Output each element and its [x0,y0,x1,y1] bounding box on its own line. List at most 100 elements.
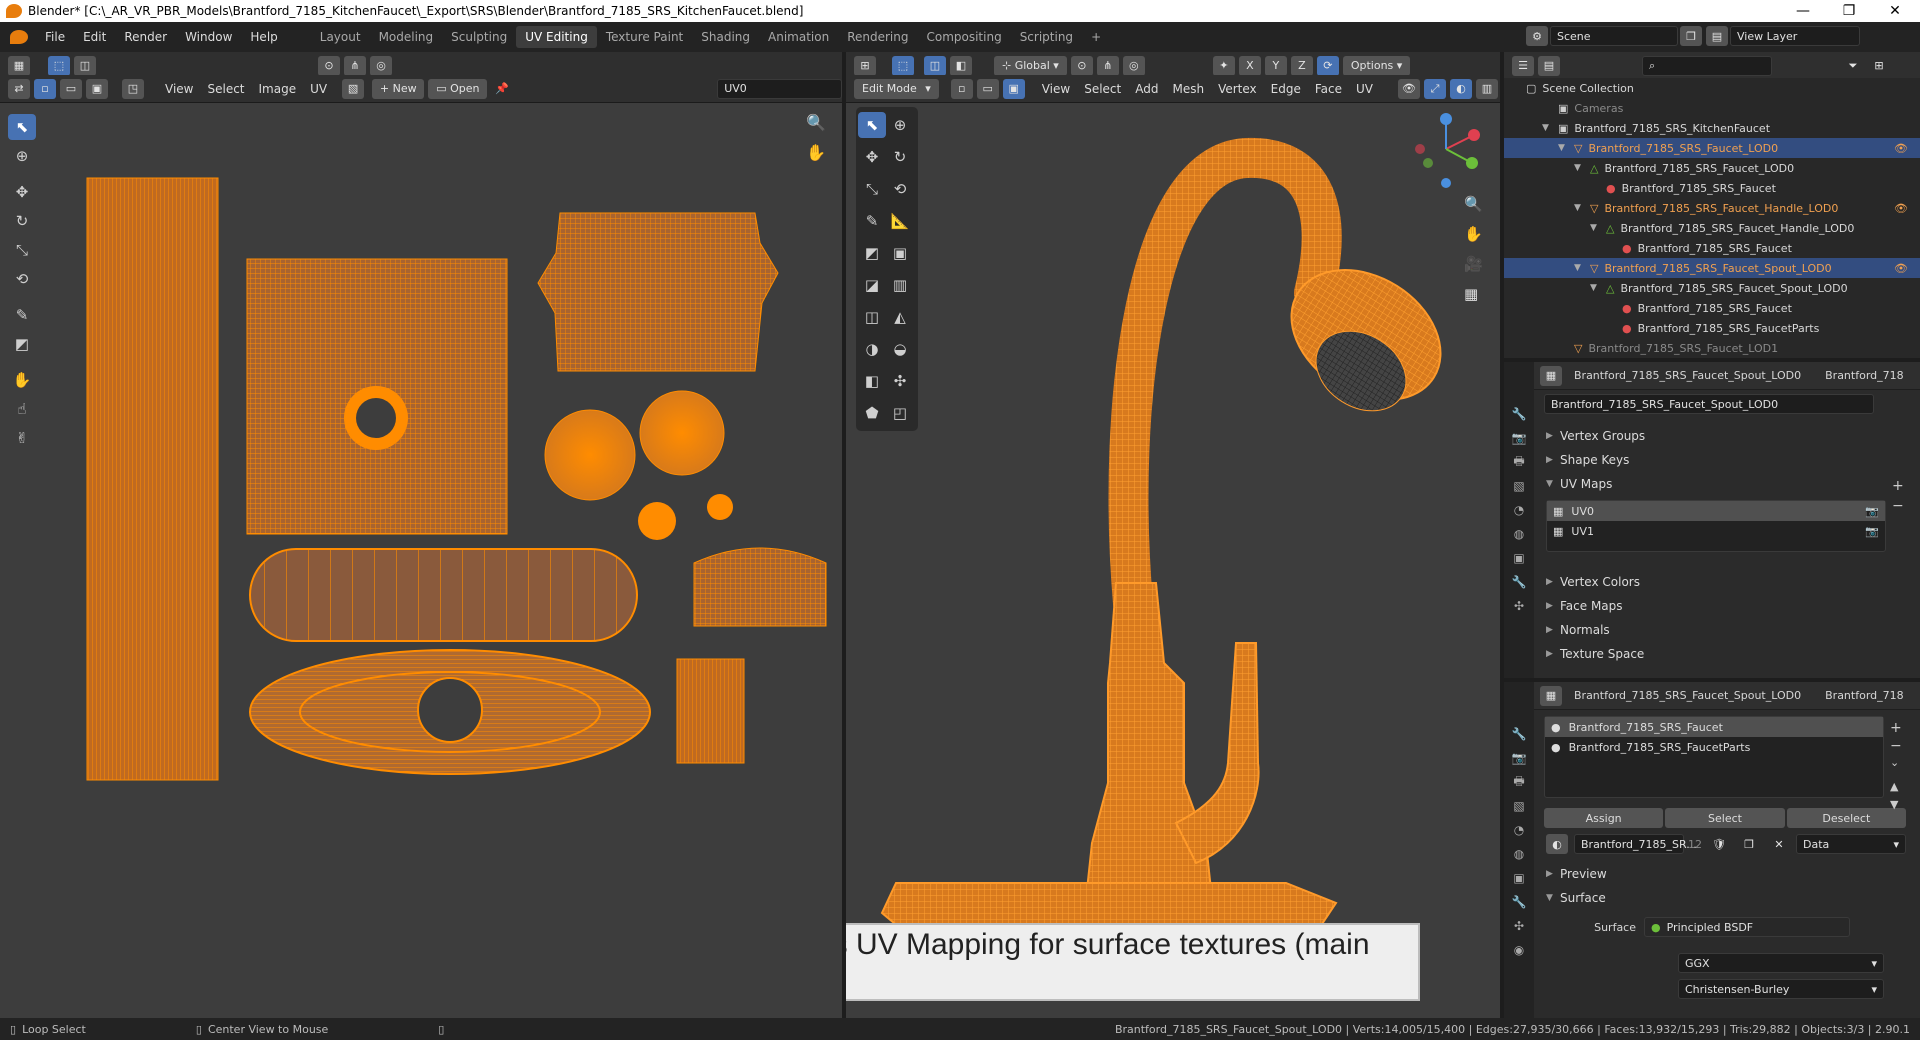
section-surface[interactable]: ▼ Surface [1534,886,1920,910]
uv-menu-select[interactable]: Select [200,82,251,96]
orientation-dropdown[interactable]: ⊹ Global ▾ [994,55,1067,76]
render-tab-icon[interactable]: 📷 [1504,426,1534,450]
uv-menu-view[interactable]: View [158,82,200,96]
distribution-dropdown[interactable]: GGX ▾ [1678,953,1884,973]
section-uv-maps[interactable]: ▼ UV Maps [1534,472,1920,496]
viewport-editor-type-icon[interactable]: ⊞ [854,55,876,76]
tab-scripting[interactable]: Scripting [1011,26,1082,48]
material-slot-2[interactable]: ● Brantford_7185_SRS_FaucetParts [1545,737,1883,757]
options-dropdown[interactable]: Options ▾ [1342,55,1411,76]
face-select-icon[interactable]: ▣ [1002,78,1025,99]
scene-icon[interactable]: ⚙ [1526,26,1548,46]
outliner-row[interactable]: ● Brantford_7185_SRS_FaucetParts [1504,318,1920,338]
eye-icon[interactable]: 👁 [1894,142,1908,155]
mesh-data-name-field[interactable]: Brantford_7185_SRS_Faucet_Spout_LOD0 [1544,394,1874,414]
uv-sync-icon[interactable]: ⇄ [8,78,30,99]
add-workspace-button[interactable]: + [1082,26,1110,48]
mat-world-tab-icon[interactable]: ◍ [1504,842,1534,866]
expand-toggle-icon[interactable]: ▼ [1574,163,1588,173]
mat-render-tab-icon[interactable]: 📷 [1504,746,1534,770]
view-layer-icon[interactable]: ▤ [1706,26,1728,46]
fake-user-icon[interactable]: 🛡 [1708,834,1730,854]
material-link-dropdown[interactable]: Data ▾ [1796,834,1906,854]
viewport-select-extend-icon[interactable]: ◧ [950,55,972,76]
menu-render[interactable]: Render [115,30,176,44]
viewport-menu-view[interactable]: View [1035,82,1077,96]
view-layer-tab-icon[interactable]: ▧ [1504,474,1534,498]
unlink-material-icon[interactable]: ✕ [1768,834,1790,854]
viewport-menu-vertex[interactable]: Vertex [1211,82,1264,96]
outliner-row[interactable]: ● Brantford_7185_SRS_Faucet [1504,298,1920,318]
vertex-select-icon[interactable]: ▫ [950,78,973,99]
mode-dropdown[interactable]: Edit Mode ▾ [854,78,939,99]
modifier-tab-icon[interactable]: 🔧 [1504,570,1534,594]
viewport-select-box-icon[interactable]: ⬚ [892,55,914,76]
uv-menu-uv[interactable]: UV [303,82,334,96]
outliner-row[interactable]: ▼ ▣ Brantford_7185_SRS_KitchenFaucet [1504,118,1920,138]
scene-field[interactable]: Scene [1550,26,1678,46]
outliner-row[interactable]: ▼ △ Brantford_7185_SRS_Faucet_Spout_LOD0 [1504,278,1920,298]
mat-scene-tab-icon[interactable]: ◔ [1504,818,1534,842]
pin-icon[interactable]: 📌 [491,79,513,99]
particles-tab-icon[interactable]: ✣ [1504,594,1534,618]
deselect-button[interactable]: Deselect [1786,808,1906,828]
active-render-icon[interactable]: 📷 [1865,505,1879,518]
slot-specials-icon[interactable]: ⌄ [1890,756,1899,769]
outliner-editor-type-icon[interactable]: ☰ [1512,55,1534,76]
sticky-select-icon[interactable]: ◳ [122,78,144,99]
section-normals[interactable]: ▶ Normals [1534,618,1920,642]
uv-vertex-mode-icon[interactable]: ▫ [34,78,56,99]
blender-menu-icon[interactable] [10,30,28,44]
uv-editor-canvas[interactable]: ⬉ ⊕ ✥ ↻ ⤡ ⟲ ✎ ◩ ✋ ☝ ✌ 🔍 ✋ [0,103,842,1018]
eye-icon[interactable]: 👁 [1894,262,1908,275]
display-mode-icon[interactable]: ▤ [1538,55,1560,76]
duplicate-material-icon[interactable]: ❐ [1738,834,1760,854]
axis-y-button[interactable]: Y [1264,55,1287,76]
select-mode-icon[interactable]: ◫ [74,55,96,76]
subsurface-method-dropdown[interactable]: Christensen-Burley ▾ [1678,979,1884,999]
material-users-count[interactable]: 12 [1688,838,1702,851]
material-name-field[interactable]: Brantford_7185_SR... [1574,834,1697,854]
xray-icon[interactable]: ▥ [1476,78,1498,99]
add-uv-map-button[interactable]: + [1892,478,1904,494]
outliner-row[interactable]: ▼ ▽ Brantford_7185_SRS_Faucet_LOD0 👁 [1504,138,1920,158]
section-preview[interactable]: ▶ Preview [1534,862,1920,886]
scene-new-button[interactable]: ❐ [1680,26,1702,46]
mat-object-tab-icon[interactable]: ▣ [1504,866,1534,890]
viewport-menu-add[interactable]: Add [1128,82,1165,96]
mirror-icon[interactable]: ✦ [1212,55,1235,76]
uv-menu-image[interactable]: Image [252,82,304,96]
tab-compositing[interactable]: Compositing [917,26,1010,48]
move-slot-down-icon[interactable]: ▼ [1890,798,1898,811]
minimize-button[interactable]: — [1780,0,1826,22]
viewport-snap-icon[interactable]: ⋔ [1096,55,1119,76]
section-vertex-groups[interactable]: ▶ Vertex Groups [1534,424,1920,448]
proportional-icon[interactable]: ◎ [370,55,392,76]
tool-tab-icon[interactable]: 🔧 [1504,402,1534,426]
section-vertex-colors[interactable]: ▶ Vertex Colors [1534,570,1920,594]
mat-view-layer-tab-icon[interactable]: ▧ [1504,794,1534,818]
mat-tool-tab-icon[interactable]: 🔧 [1504,722,1534,746]
expand-toggle-icon[interactable]: ▼ [1574,263,1588,273]
select-box-icon[interactable]: ⬚ [48,55,70,76]
expand-toggle-icon[interactable]: ▼ [1590,283,1604,293]
view-layer-field[interactable]: View Layer [1730,26,1860,46]
image-browse-icon[interactable]: ▧ [342,78,365,99]
tab-uv-editing[interactable]: UV Editing [516,26,597,48]
object-tab-icon[interactable]: ▣ [1504,546,1534,570]
outliner-root[interactable]: ▢ Scene Collection [1504,78,1920,98]
outliner-search-input[interactable]: ⌕ [1642,55,1772,76]
axis-z-button[interactable]: Z [1290,55,1313,76]
select-button[interactable]: Select [1665,808,1785,828]
outliner-row[interactable]: ● Brantford_7185_SRS_Faucet [1504,178,1920,198]
section-texture-space[interactable]: ▶ Texture Space [1534,642,1920,666]
expand-toggle-icon[interactable]: ▼ [1590,223,1604,233]
move-slot-up-icon[interactable]: ▲ [1890,780,1898,793]
new-image-button[interactable]: + New [372,78,425,99]
viewport-select-mode-icon[interactable]: ◫ [924,55,946,76]
material-browse-icon[interactable]: ◐ [1546,834,1568,854]
tab-animation[interactable]: Animation [759,26,838,48]
world-tab-icon[interactable]: ◍ [1504,522,1534,546]
new-collection-icon[interactable]: ⊞ [1868,56,1890,76]
material-slot-1[interactable]: ● Brantford_7185_SRS_Faucet [1545,717,1883,737]
